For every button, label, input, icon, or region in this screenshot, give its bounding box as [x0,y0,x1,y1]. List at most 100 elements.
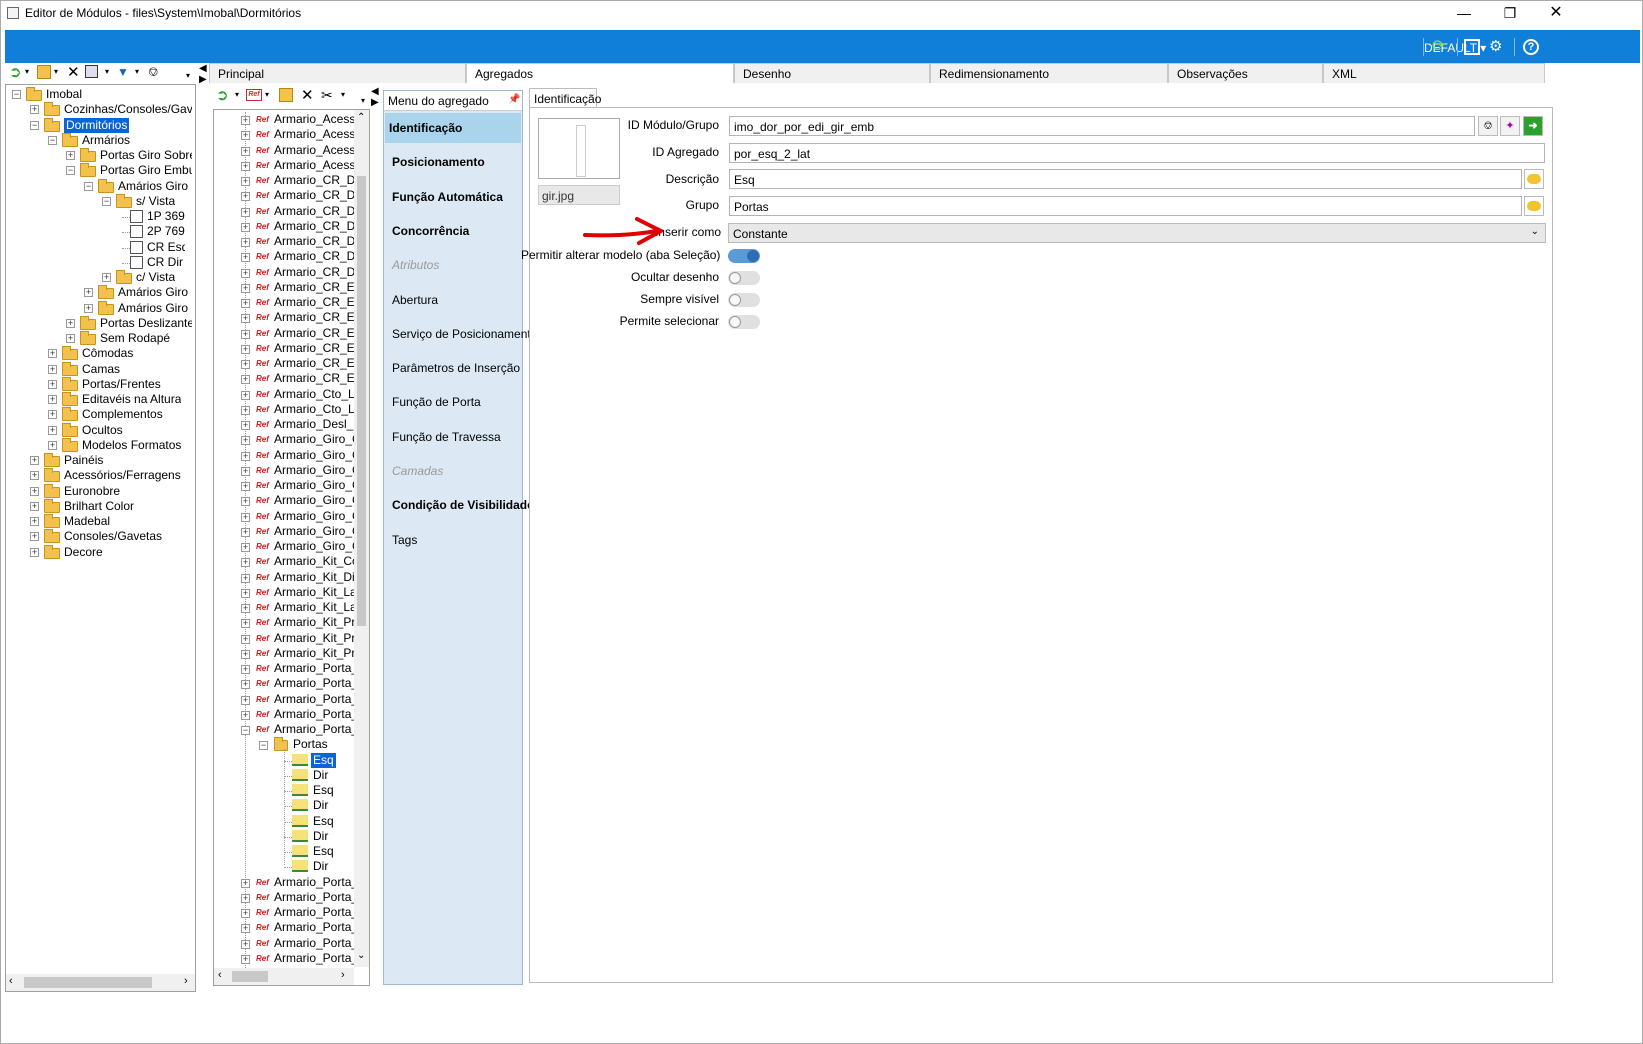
grupo-field[interactable]: Portas [729,196,1522,216]
tree-item[interactable]: Portas Giro Embutidas [100,163,192,178]
tab-identificacao[interactable]: Identificação [529,88,601,108]
expander-20[interactable]: + [48,395,57,404]
toggle-switch[interactable] [728,293,760,307]
tree-item[interactable]: Amários Giro Laterais [118,301,192,316]
expander-26[interactable]: + [30,486,39,496]
expander[interactable]: + [241,466,250,476]
delete-icon[interactable]: ✕ [67,63,80,81]
expander[interactable]: + [241,649,250,659]
menu-item-6[interactable]: Serviço de Posicionamento [388,319,537,349]
aggregate-ref[interactable]: Armario_Kit_Divi [274,570,354,585]
aggregate-ref[interactable]: Armario_Giro_C [274,524,354,539]
aggregate-ref[interactable]: Armario_Porta_1 [274,692,354,707]
copy-icon[interactable] [85,65,98,78]
close-button[interactable]: ✕ [1533,1,1579,27]
expander[interactable]: + [241,527,250,537]
tab-redimensionamento[interactable]: Redimensionamento [930,63,1168,83]
tree-item[interactable]: Armários [82,133,130,148]
expander[interactable]: + [241,588,250,598]
tree-item[interactable]: Decore [64,545,103,560]
tab-agregados[interactable]: Agregados [466,63,734,83]
aggregate-item[interactable]: Dir [311,829,330,844]
aggregate-ref[interactable]: Armario_Kit_Late [274,600,354,615]
tree-item[interactable]: Portas Giro Sobrepostas [100,148,192,163]
tree-item[interactable]: Painéis [64,453,103,468]
tab-principal[interactable]: Principal [209,63,466,83]
aggregate-ref[interactable]: Armario_Porta_C [274,951,354,966]
expander[interactable]: + [241,146,250,156]
tree-item[interactable]: Euronobre [64,484,120,499]
aggregate-ref[interactable]: Armario_CR_Esc [274,280,354,295]
aggregate-group[interactable]: Portas [293,737,328,752]
expander-21[interactable]: + [48,410,57,420]
tree-item[interactable]: Cômodas [82,346,133,361]
expander-24[interactable]: + [30,456,39,465]
tree-item[interactable]: Cozinhas/Consoles/Gavetas [64,102,192,117]
toggle-switch[interactable] [728,249,760,263]
aggregate-ref[interactable]: Armario_CR_Esc [274,295,354,310]
menu-item-7[interactable]: Parâmetros de Inserção [388,353,522,383]
aggregate-ref[interactable]: Armario_CR_Esc [274,310,354,325]
expander[interactable]: + [241,405,250,415]
filter-icon[interactable]: ▼ [117,65,129,79]
expander-29[interactable]: + [30,532,39,542]
expander-22[interactable]: + [48,425,57,435]
expander-2[interactable]: − [30,120,39,130]
expander[interactable]: + [241,192,250,202]
expander-1[interactable]: + [30,105,39,115]
expander-4[interactable]: + [66,151,75,160]
aggregate-ref[interactable]: Armario_CR_Dir [274,219,354,234]
expander[interactable]: + [241,421,250,430]
expander[interactable]: + [241,222,250,232]
tree-item[interactable]: Amários Giro Laterais [118,179,192,194]
expander[interactable]: + [241,497,250,507]
expander[interactable]: + [241,512,250,522]
collapse-left-arrow[interactable]: ◀ ▶ [199,63,207,85]
aggregate-ref[interactable]: Armario_Acesso [274,158,354,173]
tree-item[interactable]: s/ Vista [136,194,175,209]
toggle-switch[interactable] [728,315,760,329]
expander-28[interactable]: + [30,517,39,526]
tree-item[interactable]: 2P 769 [147,224,185,239]
menu-item-12[interactable]: Tags [388,525,522,555]
aggregate-ref[interactable]: Armario_Giro_C [274,432,354,447]
settings-icon[interactable]: ⚙ [1489,39,1505,55]
aggregate-ref[interactable]: Armario_Porta_2 [274,707,354,722]
new-group-icon[interactable] [279,88,293,102]
tree-item[interactable]: Portas Deslizante [100,316,192,331]
aggregate-ref[interactable]: Armario_CR_Dir [274,249,354,264]
expander-19[interactable]: + [48,379,57,389]
aggregate-item[interactable]: Dir [311,768,330,783]
aggregate-item[interactable]: Esq [311,752,336,768]
tree-item[interactable]: Madebal [64,514,110,529]
back-icon[interactable]: ➲ [216,86,229,104]
tree-item[interactable]: Acessórios/Ferragens [64,468,181,483]
aggregate-ref[interactable]: Armario_Acesso [274,127,354,142]
tree-item[interactable]: Amários Giro Laterais [118,285,192,300]
expander[interactable]: + [241,344,250,354]
expander[interactable]: + [241,360,250,369]
expander[interactable]: + [241,878,250,888]
binoculars-icon[interactable]: ⎊ [148,64,158,80]
aggregate-ref[interactable]: Armario_Kit_Col [274,554,354,569]
expander[interactable]: + [241,939,250,949]
agg-hscrollbar[interactable]: ‹ › [214,968,354,985]
aggregate-ref[interactable]: Armario_CR_Dir [274,265,354,280]
expander[interactable]: + [241,954,250,964]
tree-item[interactable]: Ocultos [82,423,123,438]
expander[interactable]: + [241,893,250,903]
expander[interactable]: + [241,604,250,613]
aggregate-ref[interactable]: Armario_CR_Esc [274,371,354,386]
aggregate-ref[interactable]: Armario_Acesso [274,112,354,127]
expander-6[interactable]: − [84,181,93,191]
expander[interactable]: + [241,268,250,278]
delete-icon[interactable]: ✕ [301,86,314,104]
id-modulo-field[interactable]: imo_dor_por_edi_gir_emb [729,116,1475,136]
expander-3[interactable]: − [48,135,57,145]
expander[interactable]: + [241,116,250,125]
aggregate-ref[interactable]: Armario_Porta_C [274,875,354,890]
expander-30[interactable]: + [30,547,39,557]
back-icon[interactable]: ➲ [9,63,22,81]
tree-item[interactable]: CR Esq [147,240,185,255]
tree-item[interactable]: Sem Rodapé [100,331,170,346]
